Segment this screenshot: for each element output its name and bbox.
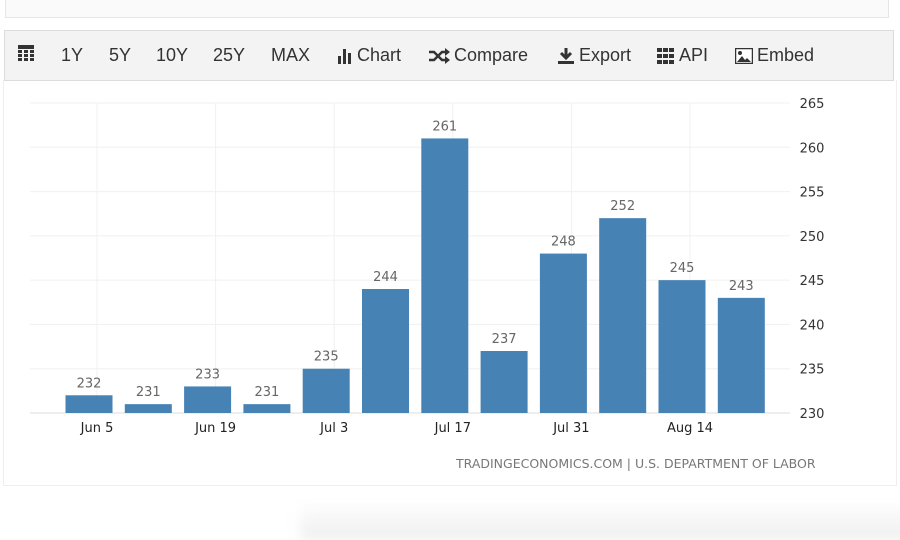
bottom-shadow	[300, 500, 900, 540]
data-label: 233	[195, 367, 220, 382]
data-label: 231	[254, 385, 279, 400]
y-tick-label: 230	[800, 407, 825, 422]
bar	[539, 253, 587, 413]
y-tick-label: 255	[800, 186, 825, 201]
x-tick-label: Jun 19	[194, 421, 236, 436]
x-tick-label: Jul 3	[319, 421, 348, 436]
y-tick-label: 235	[800, 363, 825, 378]
data-label: 245	[670, 261, 695, 276]
source-credit: TRADINGECONOMICS.COM | U.S. DEPARTMENT O…	[456, 456, 816, 471]
data-label: 248	[551, 235, 576, 250]
bar	[243, 404, 291, 413]
bar	[65, 395, 113, 413]
data-label: 244	[373, 270, 398, 285]
bar	[658, 280, 706, 413]
y-tick-label: 240	[800, 318, 825, 333]
bar	[421, 138, 469, 413]
bar	[302, 368, 350, 413]
bar	[124, 404, 172, 413]
data-label: 232	[77, 376, 102, 391]
bar	[480, 351, 528, 413]
x-tick-label: Aug 14	[667, 421, 713, 436]
data-label: 261	[432, 119, 457, 134]
x-tick-label: Jul 31	[552, 421, 589, 436]
x-tick-label: Jul 17	[434, 421, 471, 436]
bar	[599, 218, 647, 413]
bar-chart: 230 235 240 245 250 255 260 265 Jun 5 Jun 19 Jul 3…	[30, 97, 825, 436]
x-tick-label: Jun 5	[80, 421, 114, 436]
data-label: 231	[136, 385, 161, 400]
y-tick-label: 260	[800, 141, 825, 156]
data-label: 243	[729, 279, 754, 294]
y-tick-label: 265	[800, 97, 825, 112]
data-label: 235	[314, 350, 339, 365]
bar	[717, 297, 765, 413]
y-tick-label: 250	[800, 230, 825, 245]
data-label: 252	[610, 199, 635, 214]
data-label: 237	[492, 332, 517, 347]
y-tick-label: 245	[800, 274, 825, 289]
bar	[362, 289, 409, 413]
bar	[184, 386, 232, 413]
